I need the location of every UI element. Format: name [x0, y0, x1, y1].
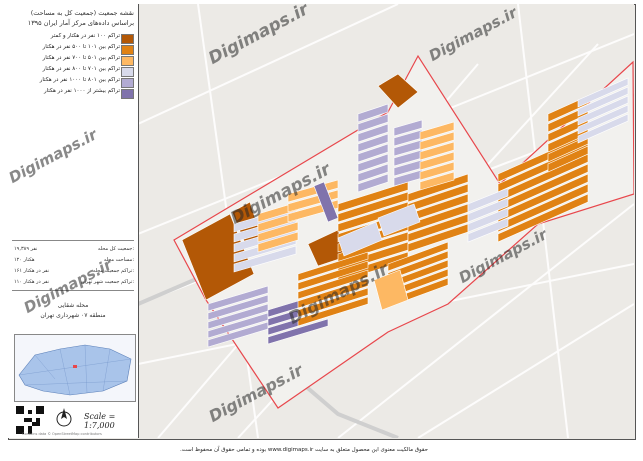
divider — [12, 240, 134, 241]
legend-swatch — [121, 67, 134, 77]
legend-swatch — [121, 45, 134, 55]
north-arrow-icon — [56, 408, 72, 427]
legend-label: تراکم ۱۰۰ نفر در هکتار و کمتر — [50, 33, 120, 39]
qr-code — [16, 406, 44, 434]
legend-label: تراکم بین ۱۰۱ تا ۵۰۰ نفر در هکتار — [42, 44, 120, 50]
legend-item: تراکم ۱۰۰ نفر در هکتار و کمتر — [14, 33, 134, 44]
stat-label: جمعیت کل محله: — [97, 246, 134, 252]
scale-label: Scale = 1:7,000 — [84, 412, 116, 430]
stat-label: مساحت محله: — [103, 257, 134, 263]
map-title: نقشه جمعیت (جمعیت کل به مساحت) — [30, 9, 134, 17]
divider — [12, 290, 134, 291]
legend-swatch — [121, 34, 134, 44]
legend-label: تراکم بین ۷۰۱ تا ۸۰۰ نفر در هکتار — [42, 66, 120, 72]
stat-value: ۱۹,۳۸۹ نفر — [14, 246, 38, 252]
legend-swatch — [121, 56, 134, 66]
map-credit: Contains data © OpenStreetMap contributo… — [22, 432, 102, 436]
legend-item: تراکم بین ۸۰۱ تا ۱۰۰۰ نفر در هکتار — [14, 77, 134, 88]
map-subtitle: براساس داده‌های مرکز آمار ایران ۱۳۹۵ — [27, 19, 134, 27]
map-sidebar: نقشه جمعیت (جمعیت کل به مساحت) براساس دا… — [8, 4, 139, 438]
stat-value: ۱۱۰ نفر در هکتار — [14, 279, 50, 285]
stat-value: ۱۲۰ هکتار — [14, 257, 35, 263]
legend-item: تراکم بین ۱۰۱ تا ۵۰۰ نفر در هکتار — [14, 44, 134, 55]
place-name: محله شقایی — [57, 302, 89, 309]
stat-row: تراکم جمعیت محله: ۱۶۱ نفر در هکتار — [14, 268, 134, 276]
legend-swatch — [121, 78, 134, 88]
stat-value: ۱۶۱ نفر در هکتار — [14, 268, 50, 274]
stat-row: مساحت محله: ۱۲۰ هکتار — [14, 257, 134, 265]
stat-row: جمعیت کل محله: ۱۹,۳۸۹ نفر — [14, 246, 134, 254]
copyright-footer: حقوق مالکیت معنوی این محصول متعلق به سای… — [180, 447, 429, 453]
stat-label: تراکم جمعیت شهر تهران: — [80, 279, 134, 285]
legend-swatch — [121, 89, 134, 99]
legend-label: تراکم بین ۵۰۱ تا ۷۰۰ نفر در هکتار — [42, 55, 120, 61]
legend-item: تراکم بین ۷۰۱ تا ۸۰۰ نفر در هکتار — [14, 66, 134, 77]
legend-label: تراکم بین ۸۰۱ تا ۱۰۰۰ نفر در هکتار — [39, 77, 120, 83]
map-canvas[interactable] — [138, 4, 634, 438]
legend-item: تراکم بیشتر از ۱۰۰۰ نفر در هکتار — [14, 88, 134, 99]
stat-label: تراکم جمعیت محله: — [92, 268, 134, 274]
stat-row: تراکم جمعیت شهر تهران: ۱۱۰ نفر در هکتار — [14, 279, 134, 287]
legend-label: تراکم بیشتر از ۱۰۰۰ نفر در هکتار — [43, 88, 120, 94]
district-name: منطقه ۰۷ شهرداری تهران — [40, 312, 106, 319]
legend-item: تراکم بین ۵۰۱ تا ۷۰۰ نفر در هکتار — [14, 55, 134, 66]
tehran-inset-map — [14, 334, 136, 402]
